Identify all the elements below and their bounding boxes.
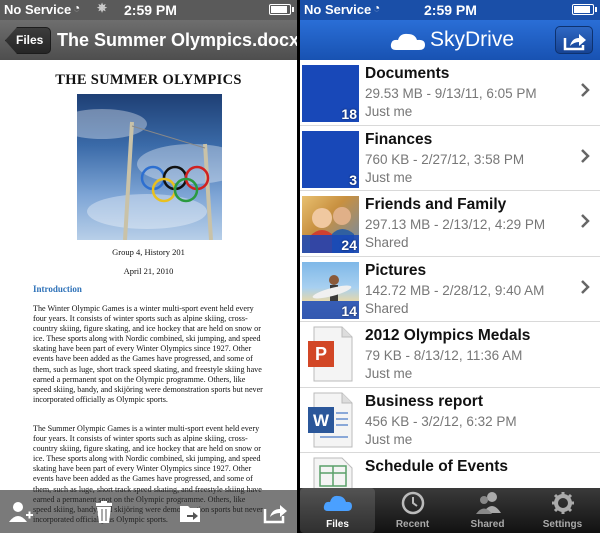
paragraph-1: The Winter Olympic Games is a winter mul… [33,304,263,404]
file-info: 297.13 MB - 2/13/12, 4:29 PM [365,217,546,232]
file-info: 456 KB - 3/2/12, 6:32 PM [365,413,517,429]
file-info: 760 KB - 2/27/12, 3:58 PM [365,151,525,167]
tab-label: Settings [542,519,583,530]
item-count: 14 [341,302,357,319]
document-page[interactable]: THE SUMMER OLYMPICS Group 4, History 201… [0,60,297,533]
item-count: 3 [349,171,357,188]
file-owner: Shared [365,235,409,250]
file-info: 29.53 MB - 9/13/11, 6:05 PM [365,86,537,101]
battery-icon [269,4,294,15]
cloud-icon [390,33,425,50]
tab-files[interactable]: Files [300,488,375,533]
wifi-icon: ◔ [73,1,81,15]
svg-text:P: P [315,344,327,364]
file-row-documents[interactable]: 18 Documents 29.53 MB - 9/13/11, 6:05 PM… [300,60,600,126]
item-count: 18 [341,106,357,122]
cloud-icon [323,495,352,511]
powerpoint-file-icon: P [308,326,353,382]
word-file-icon: W [308,392,353,447]
file-list: 18 Documents 29.53 MB - 9/13/11, 6:05 PM… [300,60,600,488]
olympic-rings-photo [77,94,222,240]
file-name: Finances [365,130,433,148]
folder-icon: 3 [302,130,359,188]
file-name: Friends and Family [365,196,507,213]
add-person-icon[interactable] [8,500,34,524]
svg-text:W: W [313,411,330,430]
file-name: 2012 Olympics Medals [365,327,531,344]
file-name: Pictures [365,261,427,279]
file-row-pictures[interactable]: 14 Pictures 142.72 MB - 2/28/12, 9:40 AM… [300,256,600,322]
people-icon [476,492,501,514]
navigation-bar: Files The Summer Olympics.docx [0,20,297,60]
brand-name: SkyDrive [430,28,515,51]
carrier-label: No Service [4,2,72,17]
file-name: Documents [365,65,450,82]
file-owner: Just me [365,104,413,119]
photo-folder-thumbnail: 24 [302,196,359,253]
document-toolbar [0,490,297,533]
folder-icon: 18 [302,65,359,122]
clock-time: 2:59 PM [424,2,477,18]
chevron-right-icon [581,279,590,294]
chevron-right-icon [581,148,590,163]
file-row-business-report[interactable]: W Business report 456 KB - 3/2/12, 6:32 … [300,387,600,453]
clock-icon [401,491,425,515]
wifi-icon: ◔ [373,1,381,15]
battery-icon [572,4,597,15]
status-bar: No Service ◔ ✵ 2:59 PM [0,0,297,20]
tab-recent[interactable]: Recent [375,488,450,533]
file-row-finances[interactable]: 3 Finances 760 KB - 2/27/12, 3:58 PM Jus… [300,125,600,191]
document-title: The Summer Olympics.docx [57,30,297,50]
move-to-folder-icon[interactable] [178,500,204,524]
file-owner: Just me [365,366,413,381]
tab-settings[interactable]: Settings [525,488,600,533]
gear-icon [552,492,574,514]
item-count: 24 [341,237,357,253]
file-owner: Just me [365,431,413,447]
date-line: April 21, 2010 [123,266,174,276]
navigation-bar: SkyDrive [300,20,600,60]
section-title: Introduction [33,284,82,294]
chevron-right-icon [581,83,590,97]
file-row-schedule-of-events[interactable]: Schedule of Events [300,453,600,488]
file-row-2012-olympics-medals[interactable]: P 2012 Olympics Medals 79 KB - 8/13/12, … [300,322,600,388]
status-bar: No Service ◔ 2:59 PM [300,0,600,20]
file-owner: Just me [365,169,413,185]
share-icon [563,34,586,51]
trash-icon[interactable] [91,500,117,524]
carrier-label: No Service [304,2,372,17]
activity-spinner-icon: ✵ [97,1,108,15]
file-name: Business report [365,392,484,410]
file-info: 79 KB - 8/13/12, 11:36 AM [365,348,523,363]
tab-bar: Files Recent Shared Settings [300,488,600,533]
document-heading: THE SUMMER OLYMPICS [55,72,242,88]
clock-time: 2:59 PM [124,2,177,18]
tab-shared[interactable]: Shared [450,488,525,533]
file-name: Schedule of Events [365,458,508,475]
tab-label: Recent [395,519,430,530]
share-button[interactable] [555,26,593,54]
back-button[interactable]: Files [5,27,51,54]
photo-folder-thumbnail: 14 [302,261,359,319]
file-owner: Shared [365,300,409,316]
tab-label: Files [326,519,349,530]
share-icon[interactable] [263,500,289,524]
group-line: Group 4, History 201 [112,247,185,257]
skydrive-screen: No Service ◔ 2:59 PM SkyDrive 18 Documen… [300,0,600,533]
document-viewer-screen: No Service ◔ ✵ 2:59 PM Files The Summer … [0,0,297,533]
tab-label: Shared [470,519,505,530]
file-row-friends-and-family[interactable]: 24 Friends and Family 297.13 MB - 2/13/1… [300,191,600,257]
file-info: 142.72 MB - 2/28/12, 9:40 AM [365,282,545,298]
excel-file-icon [313,457,353,488]
chevron-right-icon [581,214,590,228]
